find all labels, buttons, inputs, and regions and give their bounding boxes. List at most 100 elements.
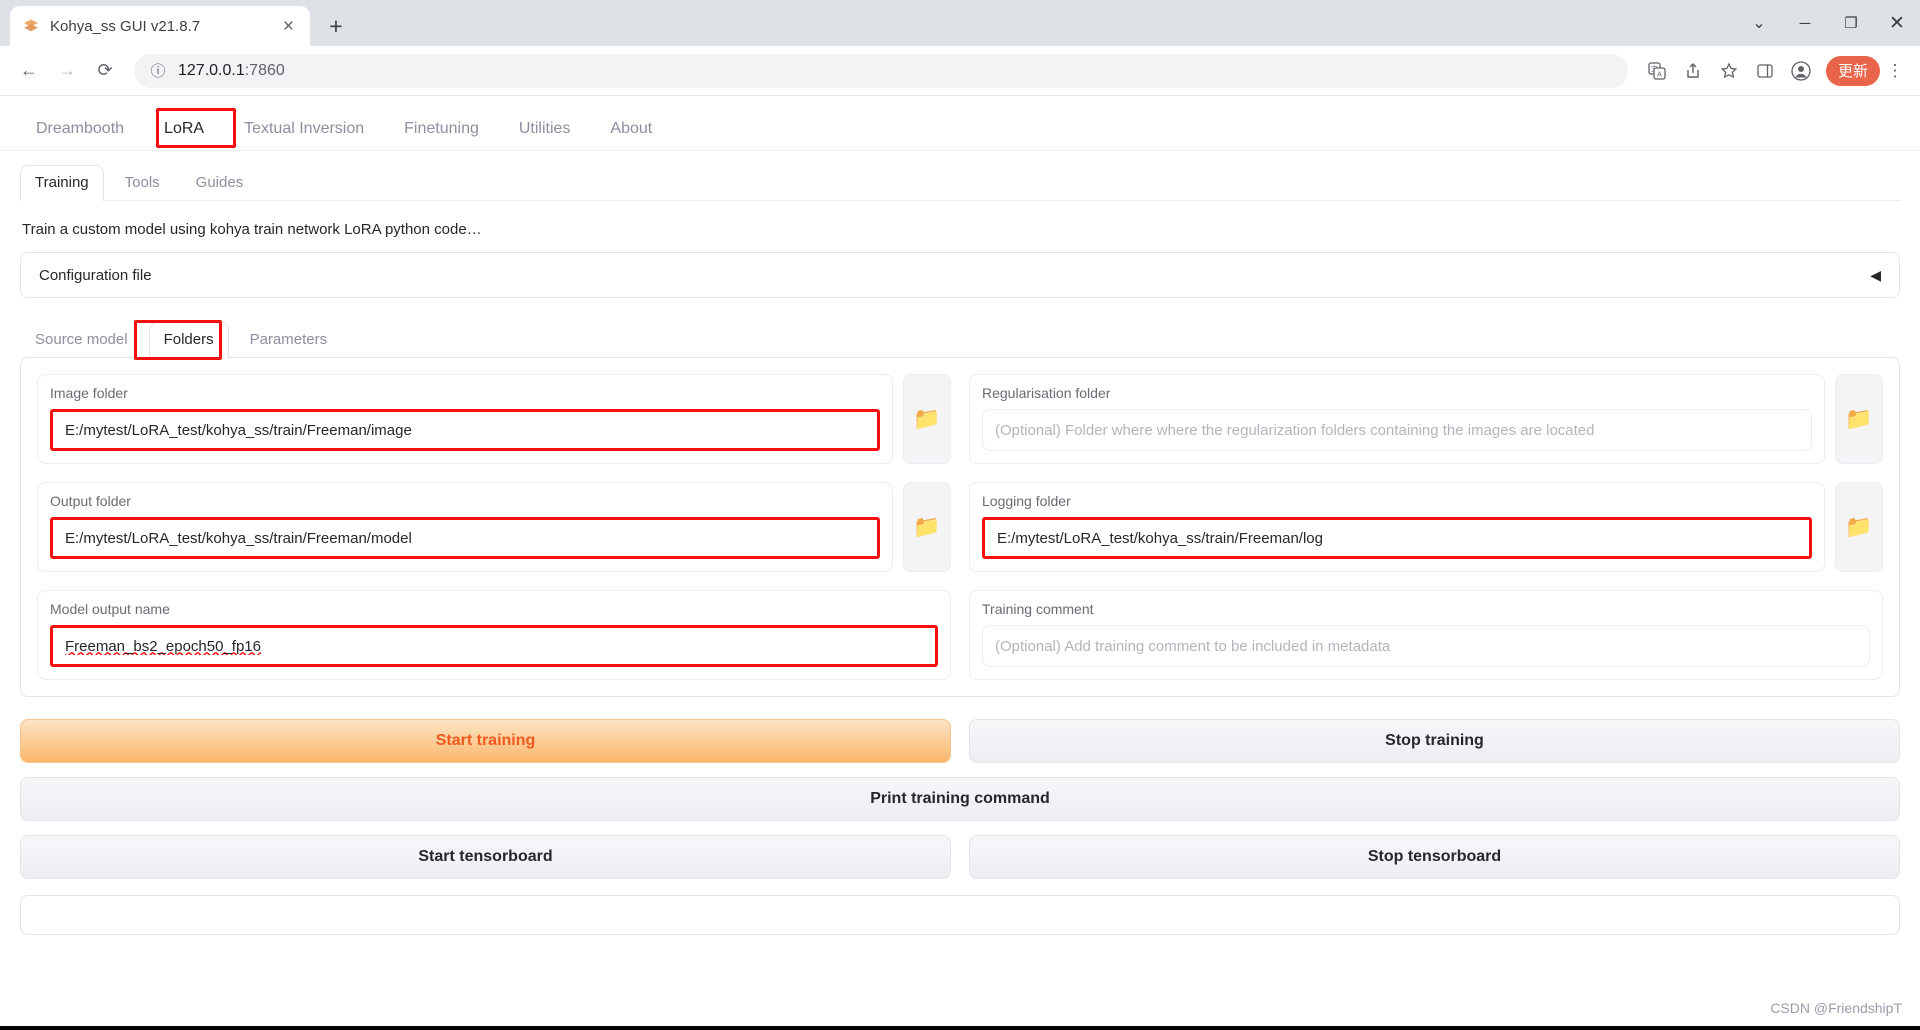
tab-title: Kohya_ss GUI v21.8.7 xyxy=(50,17,201,35)
logging-folder-browse-button[interactable]: 📁 xyxy=(1835,482,1883,572)
minimize-button[interactable]: ─ xyxy=(1782,0,1828,46)
regularisation-folder-group: Regularisation folder 📁 xyxy=(969,374,1883,464)
start-training-button[interactable]: Start training xyxy=(20,719,951,763)
browser-toolbar: ← → ⟳ ⓘ 127.0.0.1:7860 文A 更新 xyxy=(0,46,1920,96)
regularisation-folder-label: Regularisation folder xyxy=(982,385,1111,401)
side-panel-icon[interactable] xyxy=(1748,54,1782,88)
browser-tab[interactable]: Kohya_ss GUI v21.8.7 × xyxy=(10,6,310,46)
regularisation-folder-input[interactable] xyxy=(982,409,1812,451)
output-folder-input[interactable] xyxy=(50,517,880,559)
sub-tabs: Training Tools Guides xyxy=(20,165,1900,201)
regularisation-folder-browse-button[interactable]: 📁 xyxy=(1835,374,1883,464)
svg-text:A: A xyxy=(1657,71,1662,78)
browser-tabstrip: Kohya_ss GUI v21.8.7 × + ⌄ ─ ❐ ✕ xyxy=(0,0,1920,46)
model-output-name-label: Model output name xyxy=(50,601,170,617)
print-training-command-button[interactable]: Print training command xyxy=(20,777,1900,821)
folder-open-icon: 📁 xyxy=(1845,406,1873,431)
new-tab-button[interactable]: + xyxy=(318,8,354,44)
chevron-left-icon[interactable]: ◀ xyxy=(1870,267,1881,284)
window-controls: ⌄ ─ ❐ ✕ xyxy=(1736,0,1920,46)
logging-folder-field: Logging folder xyxy=(969,482,1825,572)
inner-tabs: Source model Folders Parameters xyxy=(20,320,1900,360)
folders-row-2: Output folder 📁 Logging folder xyxy=(37,482,1883,572)
action-buttons: Start training Stop training Print train… xyxy=(20,719,1900,879)
watermark: CSDN @FriendshipT xyxy=(1770,1000,1902,1016)
folders-row-3: Model output name Training comment xyxy=(37,590,1883,680)
logging-folder-group: Logging folder 📁 xyxy=(969,482,1883,572)
close-icon[interactable]: × xyxy=(279,17,298,36)
window-close-button[interactable]: ✕ xyxy=(1874,0,1920,46)
back-icon[interactable]: ← xyxy=(12,54,46,88)
innertab-parameters[interactable]: Parameters xyxy=(235,322,343,358)
bookmark-star-icon[interactable] xyxy=(1712,54,1746,88)
folders-form: Image folder 📁 Regularisation folder xyxy=(20,357,1900,697)
logging-folder-input[interactable] xyxy=(982,517,1812,559)
folder-open-icon: 📁 xyxy=(1845,514,1873,539)
url-text: 127.0.0.1:7860 xyxy=(178,62,285,80)
tensorboard-button-row: Start tensorboard Stop tensorboard xyxy=(20,835,1900,879)
tab-utilities[interactable]: Utilities xyxy=(503,110,587,150)
regularisation-folder-field: Regularisation folder xyxy=(969,374,1825,464)
stop-training-button[interactable]: Stop training xyxy=(969,719,1900,763)
tab-finetuning[interactable]: Finetuning xyxy=(388,110,495,150)
share-icon[interactable] xyxy=(1676,54,1710,88)
accordion-label: Configuration file xyxy=(39,266,152,284)
update-button[interactable]: 更新 xyxy=(1825,55,1880,86)
info-circle-icon[interactable]: ⓘ xyxy=(148,54,168,88)
image-folder-field: Image folder xyxy=(37,374,893,464)
folder-open-icon: 📁 xyxy=(913,514,941,539)
subtab-training[interactable]: Training xyxy=(20,165,104,201)
image-folder-group: Image folder 📁 xyxy=(37,374,951,464)
bottom-panel xyxy=(20,895,1900,935)
model-output-name-group: Model output name xyxy=(37,590,951,680)
tab-lora[interactable]: LoRA xyxy=(148,110,221,150)
training-comment-group: Training comment xyxy=(969,590,1883,680)
model-output-name-field: Model output name xyxy=(37,590,951,680)
update-button-label: 更新 xyxy=(1837,63,1868,80)
image-folder-label: Image folder xyxy=(50,385,128,401)
print-command-row: Print training command xyxy=(20,777,1900,821)
image-folder-browse-button[interactable]: 📁 xyxy=(903,374,951,464)
url-port: :7860 xyxy=(244,61,285,79)
tab-textual-inversion[interactable]: Textual Inversion xyxy=(228,110,380,150)
innertab-folders[interactable]: Folders xyxy=(148,322,229,358)
main-tabs: Dreambooth LoRA Textual Inversion Finetu… xyxy=(0,96,1920,151)
logging-folder-label: Logging folder xyxy=(982,493,1071,509)
tab-about[interactable]: About xyxy=(594,110,668,150)
subtab-guides[interactable]: Guides xyxy=(181,165,259,201)
start-tensorboard-button[interactable]: Start tensorboard xyxy=(20,835,951,879)
model-output-name-input[interactable] xyxy=(50,625,938,667)
training-comment-label: Training comment xyxy=(982,601,1094,617)
layers-icon xyxy=(22,17,40,35)
profile-avatar-icon[interactable] xyxy=(1784,54,1818,88)
output-folder-field: Output folder xyxy=(37,482,893,572)
browser-window: Kohya_ss GUI v21.8.7 × + ⌄ ─ ❐ ✕ ← → ⟳ ⓘ… xyxy=(0,0,1920,1030)
stop-tensorboard-button[interactable]: Stop tensorboard xyxy=(969,835,1900,879)
translate-icon[interactable]: 文A xyxy=(1640,54,1674,88)
toolbar-right-icons: 文A 更新 ⋮ xyxy=(1640,54,1908,88)
output-folder-browse-button[interactable]: 📁 xyxy=(903,482,951,572)
output-folder-group: Output folder 📁 xyxy=(37,482,951,572)
panel-description: Train a custom model using kohya train n… xyxy=(22,221,482,238)
folders-row-1: Image folder 📁 Regularisation folder xyxy=(37,374,1883,464)
page-content: Dreambooth LoRA Textual Inversion Finetu… xyxy=(0,96,1920,1030)
lora-panel: Training Tools Guides Train a custom mod… xyxy=(0,151,1920,935)
maximize-button[interactable]: ❐ xyxy=(1828,0,1874,46)
subtab-tools[interactable]: Tools xyxy=(110,165,175,201)
chevron-down-icon[interactable]: ⌄ xyxy=(1736,0,1782,46)
output-folder-label: Output folder xyxy=(50,493,131,509)
innertab-source-model[interactable]: Source model xyxy=(20,322,143,358)
tab-dreambooth[interactable]: Dreambooth xyxy=(20,110,140,150)
configuration-file-accordion[interactable]: Configuration file ◀ xyxy=(20,252,1900,298)
kebab-menu-icon[interactable]: ⋮ xyxy=(1882,61,1908,81)
folder-open-icon: 📁 xyxy=(913,406,941,431)
forward-icon[interactable]: → xyxy=(50,54,84,88)
image-folder-input[interactable] xyxy=(50,409,880,451)
training-comment-field: Training comment xyxy=(969,590,1883,680)
url-host: 127.0.0.1 xyxy=(178,61,245,79)
page-bottom-edge xyxy=(0,1026,1920,1030)
reload-icon[interactable]: ⟳ xyxy=(88,54,122,88)
training-button-row: Start training Stop training xyxy=(20,719,1900,763)
training-comment-input[interactable] xyxy=(982,625,1870,667)
address-bar[interactable]: ⓘ 127.0.0.1:7860 xyxy=(134,53,1628,88)
